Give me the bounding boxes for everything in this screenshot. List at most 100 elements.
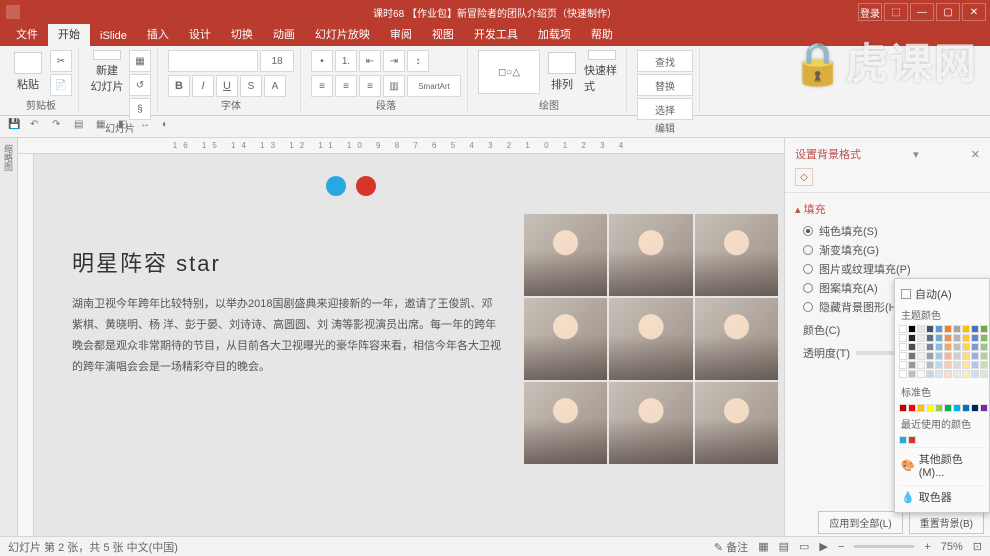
fill-option[interactable]: 渐变填充(G) bbox=[803, 242, 980, 258]
shapes-gallery[interactable]: ◻○△ bbox=[478, 50, 540, 94]
view-reading-icon[interactable]: ▭ bbox=[799, 540, 809, 553]
color-swatch[interactable] bbox=[953, 352, 961, 360]
window-opt-button[interactable]: ⬚ bbox=[884, 3, 908, 21]
align-right-button[interactable]: ≡ bbox=[359, 75, 381, 97]
color-swatch[interactable] bbox=[980, 334, 988, 342]
color-swatch[interactable] bbox=[917, 343, 925, 351]
color-swatch[interactable] bbox=[926, 334, 934, 342]
color-swatch[interactable] bbox=[980, 361, 988, 369]
panel-close-icon[interactable]: ✕ bbox=[971, 148, 980, 161]
fill-tab-icon[interactable]: ◇ bbox=[795, 168, 813, 186]
align-center-button[interactable]: ≡ bbox=[335, 75, 357, 97]
color-swatch[interactable] bbox=[908, 370, 916, 378]
qat-icon[interactable]: ↔ bbox=[140, 119, 156, 135]
color-swatch[interactable] bbox=[944, 404, 952, 412]
fill-option[interactable]: 纯色填充(S) bbox=[803, 223, 980, 239]
tab-设计[interactable]: 设计 bbox=[179, 22, 221, 46]
color-swatch[interactable] bbox=[908, 325, 916, 333]
color-swatch[interactable] bbox=[935, 352, 943, 360]
login-button[interactable]: 登录 bbox=[858, 3, 882, 21]
tab-文件[interactable]: 文件 bbox=[6, 22, 48, 46]
more-colors[interactable]: 🎨 其他颜色(M)... bbox=[899, 447, 985, 482]
color-swatch[interactable] bbox=[962, 334, 970, 342]
columns-button[interactable]: ▥ bbox=[383, 75, 405, 97]
thumbnail-collapsed[interactable]: 缩略图 bbox=[0, 138, 18, 536]
color-swatch[interactable] bbox=[980, 352, 988, 360]
color-swatch[interactable] bbox=[926, 361, 934, 369]
color-swatch[interactable] bbox=[935, 334, 943, 342]
zoom-in-icon[interactable]: + bbox=[924, 541, 930, 553]
color-swatch[interactable] bbox=[971, 343, 979, 351]
color-swatch[interactable] bbox=[980, 404, 988, 412]
photo-cell[interactable] bbox=[609, 298, 692, 380]
photo-cell[interactable] bbox=[609, 382, 692, 464]
tab-加载项[interactable]: 加载项 bbox=[528, 22, 581, 46]
color-swatch[interactable] bbox=[917, 334, 925, 342]
color-swatch[interactable] bbox=[953, 334, 961, 342]
minimize-button[interactable]: — bbox=[910, 3, 934, 21]
color-swatch[interactable] bbox=[899, 370, 907, 378]
color-swatch[interactable] bbox=[953, 325, 961, 333]
color-swatch[interactable] bbox=[899, 352, 907, 360]
view-normal-icon[interactable]: ▦ bbox=[758, 540, 768, 553]
align-left-button[interactable]: ≡ bbox=[311, 75, 333, 97]
tab-幻灯片放映[interactable]: 幻灯片放映 bbox=[305, 22, 380, 46]
color-swatch[interactable] bbox=[944, 352, 952, 360]
indent-dec-button[interactable]: ⇤ bbox=[359, 50, 381, 72]
color-swatch[interactable] bbox=[944, 370, 952, 378]
numbering-button[interactable]: 1. bbox=[335, 50, 357, 72]
apply-all-button[interactable]: 应用到全部(L) bbox=[818, 511, 902, 534]
new-slide-button[interactable]: 新建 幻灯片 bbox=[89, 50, 125, 94]
tab-切换[interactable]: 切换 bbox=[221, 22, 263, 46]
color-swatch[interactable] bbox=[926, 370, 934, 378]
photo-grid[interactable] bbox=[524, 214, 778, 464]
tab-审阅[interactable]: 审阅 bbox=[380, 22, 422, 46]
color-swatch[interactable] bbox=[962, 404, 970, 412]
color-swatch[interactable] bbox=[908, 343, 916, 351]
view-sorter-icon[interactable]: ▤ bbox=[779, 540, 789, 553]
smartart-button[interactable]: SmartArt bbox=[407, 75, 461, 97]
section-button[interactable]: § bbox=[129, 98, 151, 120]
close-button[interactable]: ✕ bbox=[962, 3, 986, 21]
color-swatch[interactable] bbox=[899, 361, 907, 369]
layout-button[interactable]: ▦ bbox=[129, 50, 151, 72]
color-swatch[interactable] bbox=[935, 343, 943, 351]
color-swatch[interactable] bbox=[926, 325, 934, 333]
color-swatch[interactable] bbox=[917, 325, 925, 333]
tab-插入[interactable]: 插入 bbox=[137, 22, 179, 46]
color-swatch[interactable] bbox=[971, 334, 979, 342]
fit-window-icon[interactable]: ⊡ bbox=[973, 540, 982, 553]
fill-option[interactable]: 图片或纹理填充(P) bbox=[803, 261, 980, 277]
color-swatch[interactable] bbox=[899, 325, 907, 333]
qat-icon[interactable]: ▤ bbox=[74, 119, 90, 135]
zoom-out-icon[interactable]: − bbox=[838, 541, 844, 553]
linespacing-button[interactable]: ↕ bbox=[407, 50, 429, 72]
paste-button[interactable]: 粘贴 bbox=[10, 50, 46, 94]
photo-cell[interactable] bbox=[524, 382, 607, 464]
color-swatch[interactable] bbox=[935, 325, 943, 333]
color-swatch[interactable] bbox=[971, 404, 979, 412]
color-swatch[interactable] bbox=[908, 404, 916, 412]
arrange-button[interactable]: 排列 bbox=[544, 50, 580, 94]
color-swatch[interactable] bbox=[899, 334, 907, 342]
eyedropper[interactable]: 💧 取色器 bbox=[899, 485, 985, 508]
cut-button[interactable]: ✂ bbox=[50, 50, 72, 72]
slide[interactable]: 明星阵容 star 湖南卫视今年跨年比较特别，以举办2018国剧盛典来迎接新的一… bbox=[42, 160, 778, 520]
redo-icon[interactable]: ↷ bbox=[52, 119, 68, 135]
color-swatch[interactable] bbox=[917, 361, 925, 369]
underline-button[interactable]: U bbox=[216, 75, 238, 97]
color-swatch[interactable] bbox=[935, 370, 943, 378]
photo-cell[interactable] bbox=[609, 214, 692, 296]
tab-视图[interactable]: 视图 bbox=[422, 22, 464, 46]
color-swatch[interactable] bbox=[971, 325, 979, 333]
color-swatch[interactable] bbox=[953, 404, 961, 412]
photo-cell[interactable] bbox=[695, 298, 778, 380]
quick-style-button[interactable]: 快速样式 bbox=[584, 50, 620, 94]
color-swatch[interactable] bbox=[908, 436, 916, 444]
qat-icon[interactable]: ◐ bbox=[162, 119, 178, 135]
color-swatch[interactable] bbox=[908, 361, 916, 369]
color-swatch[interactable] bbox=[899, 436, 907, 444]
color-auto[interactable]: 自动(A) bbox=[899, 283, 985, 305]
color-swatch[interactable] bbox=[980, 325, 988, 333]
color-swatch[interactable] bbox=[953, 361, 961, 369]
